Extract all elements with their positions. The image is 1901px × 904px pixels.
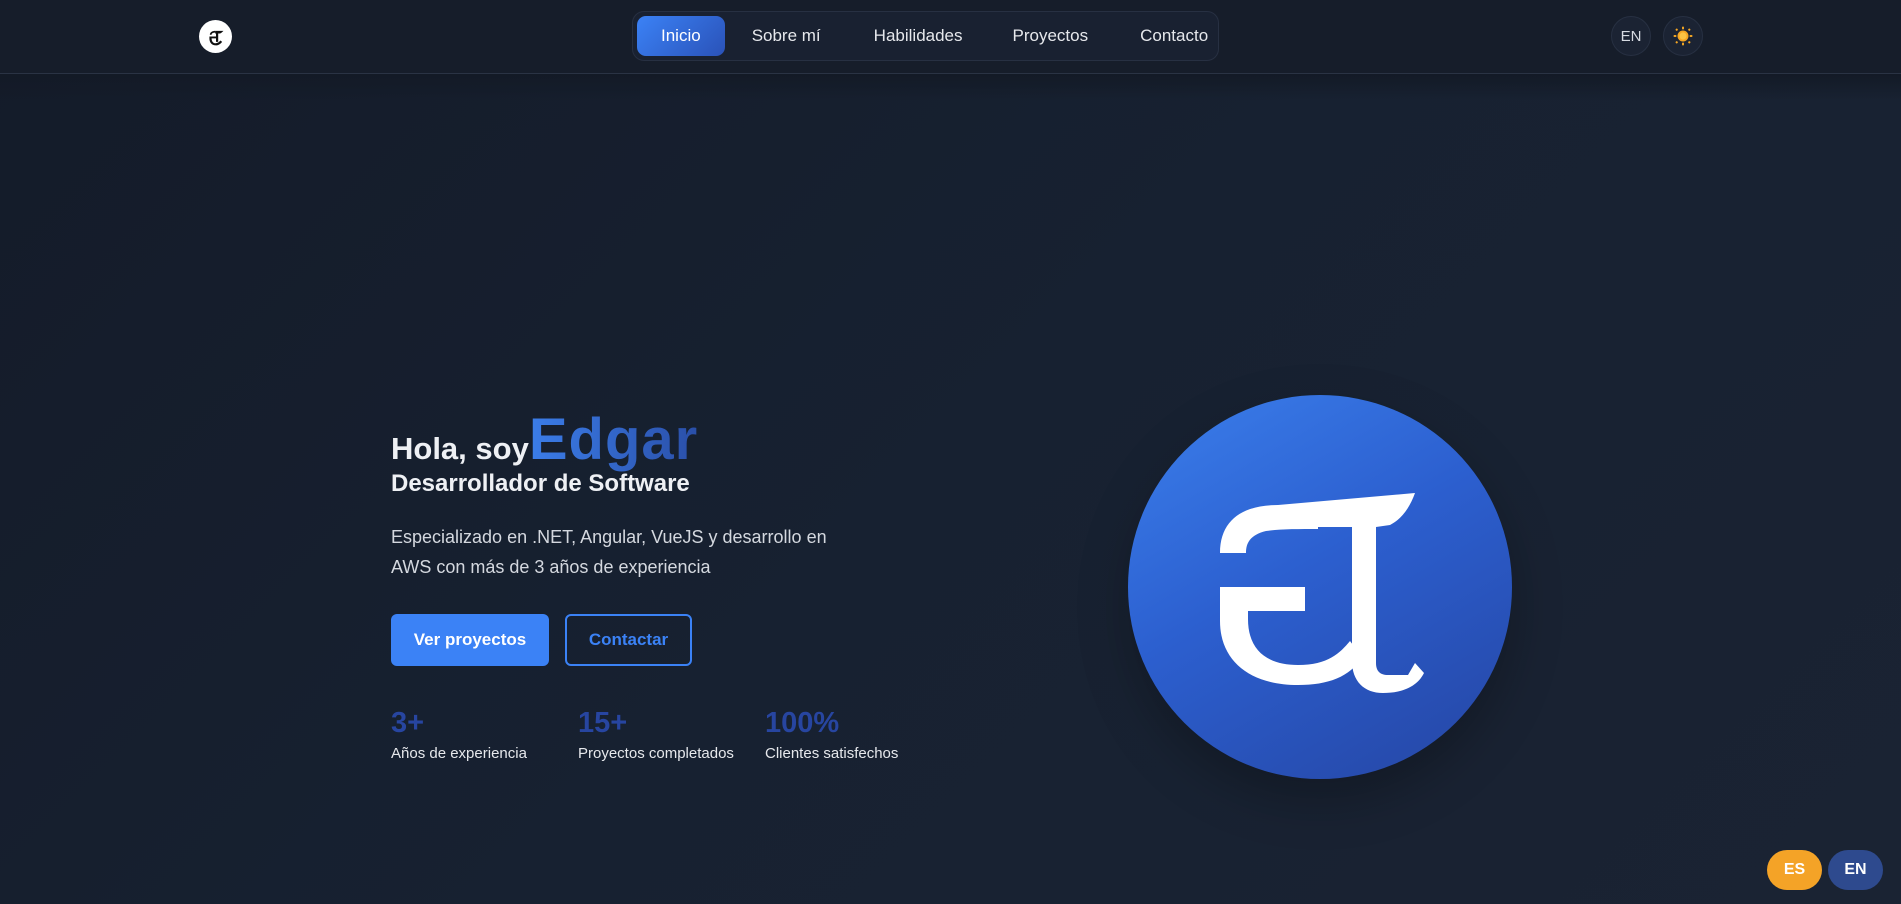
stat-value: 15+: [578, 707, 628, 739]
stat-experience: 3+ Años de experiencia: [391, 705, 527, 762]
hero-description: Especializado en .NET, Angular, VueJS y …: [391, 527, 827, 577]
ej-monogram-icon: [208, 30, 223, 45]
stat-label: Clientes satisfechos: [765, 745, 899, 762]
stat-label: Proyectos completados: [578, 745, 734, 762]
nav-item-inicio[interactable]: Inicio: [637, 16, 725, 56]
page-background: [0, 0, 1901, 904]
hero-name: Edgar: [528, 407, 699, 472]
avatar: [1128, 395, 1512, 779]
header-shadow: [0, 74, 1901, 100]
nav-item-contacto[interactable]: Contacto: [1114, 16, 1232, 56]
stat-label: Años de experiencia: [391, 745, 527, 762]
hero-role: Desarrollador de Software: [391, 470, 690, 497]
hero-heading: Hola, soy Edgar: [391, 406, 698, 473]
stat-value: 3+: [391, 707, 425, 739]
site-header: Inicio Sobre mí Habilidades Proyectos Co…: [0, 0, 1901, 74]
language-en-button[interactable]: EN: [1828, 850, 1883, 890]
stat-projects: 15+ Proyectos completados: [578, 705, 734, 762]
logo[interactable]: [199, 20, 232, 53]
contact-button[interactable]: Contactar: [565, 614, 692, 666]
language-es-button[interactable]: ES: [1767, 850, 1822, 890]
nav-item-proyectos[interactable]: Proyectos: [987, 16, 1115, 56]
stat-value: 100%: [765, 707, 840, 739]
ej-monogram-icon: [1220, 493, 1424, 693]
sun-icon: [1673, 26, 1693, 46]
language-toggle-button[interactable]: EN: [1611, 16, 1651, 56]
theme-toggle-button[interactable]: [1663, 16, 1703, 56]
main-nav: Inicio Sobre mí Habilidades Proyectos Co…: [632, 11, 1219, 61]
nav-item-sobre-mi[interactable]: Sobre mí: [725, 16, 848, 56]
greeting-text: Hola, soy: [391, 431, 529, 466]
stat-clients: 100% Clientes satisfechos: [765, 705, 898, 762]
view-projects-button[interactable]: Ver proyectos: [391, 614, 549, 666]
nav-item-habilidades[interactable]: Habilidades: [848, 16, 987, 56]
